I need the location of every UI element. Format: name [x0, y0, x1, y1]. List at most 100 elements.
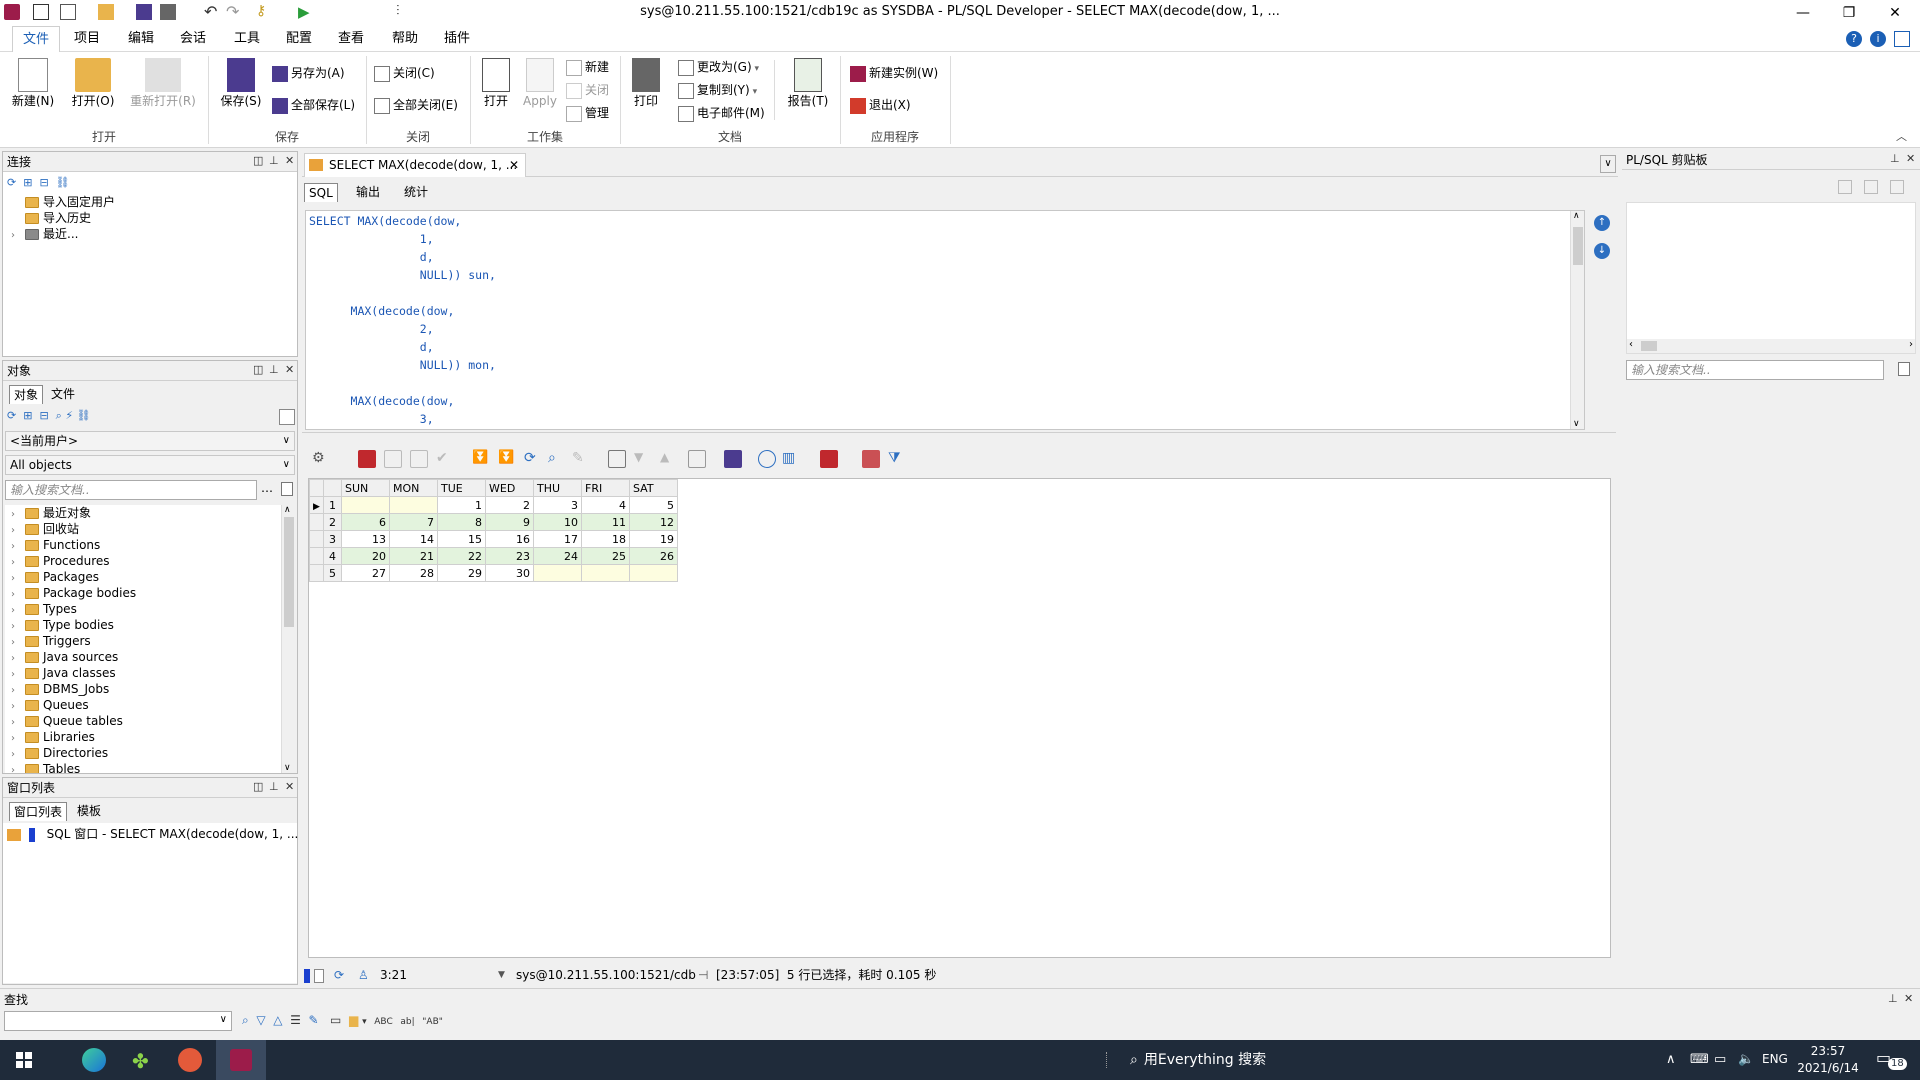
tree-item[interactable]: › Triggers [11, 633, 283, 649]
grid-cell[interactable]: 21 [389, 547, 438, 565]
grid-cell[interactable]: 15 [437, 530, 486, 548]
tree-item[interactable]: › Type bodies [11, 617, 283, 633]
tree-item[interactable]: › Java sources [11, 649, 283, 665]
panel-float-icon[interactable]: ◫ [253, 780, 263, 793]
tab-templates[interactable]: 模板 [73, 802, 105, 821]
volume-icon[interactable]: 🔈 [1738, 1052, 1754, 1067]
workset-apply-button[interactable]: Apply [518, 58, 562, 124]
grid-cell[interactable]: 14 [389, 530, 438, 548]
panel-float-icon[interactable]: ◫ [253, 154, 263, 167]
help-book-icon[interactable] [1894, 31, 1910, 47]
objects-option-checkbox[interactable] [279, 409, 295, 425]
grid-cell[interactable] [389, 496, 438, 514]
link-query-icon[interactable] [758, 450, 776, 468]
panel-pin-icon[interactable]: ⊥ [269, 154, 279, 167]
network-icon[interactable]: ▭ [1714, 1052, 1726, 1067]
panel-pin-icon[interactable]: ⊥ [1888, 992, 1898, 1005]
tree-item[interactable]: › Types [11, 601, 283, 617]
grid-cell[interactable]: 18 [581, 530, 630, 548]
refresh-icon[interactable]: ⟳ [7, 176, 16, 189]
clipboard-list[interactable]: ‹ › [1626, 202, 1916, 354]
row-number[interactable]: 4 [323, 547, 342, 565]
chevron-right-icon[interactable]: › [11, 763, 21, 773]
chart-icon[interactable]: ▥ [782, 450, 800, 468]
window-list-item[interactable]: SQL 窗口 - SELECT MAX(decode(dow, 1, ... [7, 825, 298, 843]
grid-cell[interactable]: 3 [533, 496, 582, 514]
grid-column-header[interactable]: THU [533, 479, 582, 497]
grid-cell[interactable]: 8 [437, 513, 486, 531]
next-statement-icon[interactable]: ↓ [1594, 243, 1610, 259]
menu-project[interactable]: 项目 [64, 26, 110, 52]
scroll-left-icon[interactable]: ‹ [1629, 339, 1633, 350]
scroll-down-icon[interactable]: ∨ [284, 763, 291, 773]
tree-item[interactable]: › 最近对象 [11, 505, 283, 521]
sql-code[interactable]: SELECT MAX(decode(dow, 1, d, NULL)) sun,… [309, 212, 496, 428]
refresh-status-icon[interactable]: ⟳ [334, 964, 344, 986]
notification-center[interactable]: ▭ 18 [1876, 1048, 1907, 1072]
pin-icon[interactable]: ⊣ [698, 964, 708, 986]
grid-cell[interactable] [581, 564, 630, 582]
copy-to-button[interactable]: 复制到(Y) ▾ [678, 79, 757, 101]
clear-icon[interactable]: ✎ [572, 450, 590, 468]
tab-files[interactable]: 文件 [47, 385, 79, 404]
workset-open-button[interactable]: 打开 [474, 58, 518, 124]
print-button[interactable]: 打印 [624, 58, 668, 124]
copy-icon[interactable] [1838, 180, 1852, 194]
single-record-view-icon[interactable] [608, 450, 626, 468]
insert-record-icon[interactable] [384, 450, 402, 468]
clipboard-search-input[interactable]: 输入搜索文档.. [1626, 360, 1884, 380]
grid-cell[interactable]: 7 [389, 513, 438, 531]
row-number[interactable]: 5 [323, 564, 342, 582]
scroll-right-icon[interactable]: › [1909, 339, 1913, 350]
table-row[interactable]: ▶ 1 1 2 3 4 5 [309, 496, 678, 514]
panel-pin-icon[interactable]: ⊥ [1890, 152, 1900, 165]
grid-cell[interactable]: 20 [341, 547, 390, 565]
regex-icon[interactable]: "AB" [422, 1017, 443, 1027]
sql-line[interactable] [309, 374, 496, 392]
match-case-icon[interactable]: ABC [374, 1017, 392, 1027]
find-prev-icon[interactable]: △ [273, 1013, 282, 1027]
menu-file[interactable]: 文件 [12, 26, 61, 52]
workset-new-button[interactable]: 新建 [566, 56, 609, 78]
panel-close-icon[interactable]: ✕ [285, 780, 294, 793]
more-options-icon[interactable]: … [261, 481, 273, 495]
tree-item[interactable]: › Queues [11, 697, 283, 713]
grid-cell[interactable] [341, 496, 390, 514]
connection-dropdown-icon[interactable]: ▼ [498, 964, 505, 986]
workset-manage-button[interactable]: 管理 [566, 102, 609, 124]
menu-tools[interactable]: 工具 [224, 26, 270, 52]
grid-cell[interactable]: 22 [437, 547, 486, 565]
grid-column-header[interactable]: TUE [437, 479, 486, 497]
folder-scope-icon[interactable]: ▆ [349, 1013, 358, 1027]
sql-line[interactable]: 1, [309, 230, 496, 248]
grid-cell[interactable] [629, 564, 678, 582]
grid-column-header[interactable]: WED [485, 479, 534, 497]
panel-float-icon[interactable]: ◫ [253, 363, 263, 376]
list-results-icon[interactable]: ☰ [290, 1013, 301, 1027]
tree-item[interactable]: › Tables [11, 761, 283, 773]
collapse-all-icon[interactable]: ⊟ [39, 176, 48, 189]
grid-cell[interactable]: 16 [485, 530, 534, 548]
grid-cell[interactable]: 4 [581, 496, 630, 514]
save-as-button[interactable]: 另存为(A) [272, 62, 345, 84]
save-all-button[interactable]: 全部保存(L) [272, 94, 355, 116]
menu-edit[interactable]: 编辑 [118, 26, 164, 52]
objects-search-input[interactable]: 输入搜索文档.. [5, 480, 257, 500]
link-icon[interactable]: ⛓ [56, 176, 70, 189]
tree-item[interactable]: › 回收站 [11, 521, 283, 537]
post-changes-icon[interactable]: ✔ [436, 450, 454, 468]
doc-tab-sql[interactable]: SELECT MAX(decode(dow, 1, ... ✕ [304, 153, 526, 177]
delete-record-icon[interactable] [410, 450, 428, 468]
tab-statistics[interactable]: 统计 [400, 183, 432, 202]
tab-output[interactable]: 输出 [352, 183, 384, 202]
grid-cell[interactable]: 10 [533, 513, 582, 531]
object-type-select[interactable]: All objects ∨ [5, 455, 295, 475]
horizontal-scrollbar[interactable]: ‹ › [1627, 339, 1915, 353]
result-table[interactable]: SUN MON TUE WED THU FRI SAT ▶ 1 1 2 3 4 5 2 6 7 8 9 10 11 12 3… [309, 479, 678, 582]
grid-cell[interactable]: 2 [485, 496, 534, 514]
new-doc-icon[interactable] [1898, 362, 1910, 376]
sql-line[interactable]: MAX(decode(dow, [309, 302, 496, 320]
panel-pin-icon[interactable]: ⊥ [269, 363, 279, 376]
menu-configure[interactable]: 配置 [276, 26, 322, 52]
sql-line[interactable]: MAX(decode(dow, [309, 392, 496, 410]
